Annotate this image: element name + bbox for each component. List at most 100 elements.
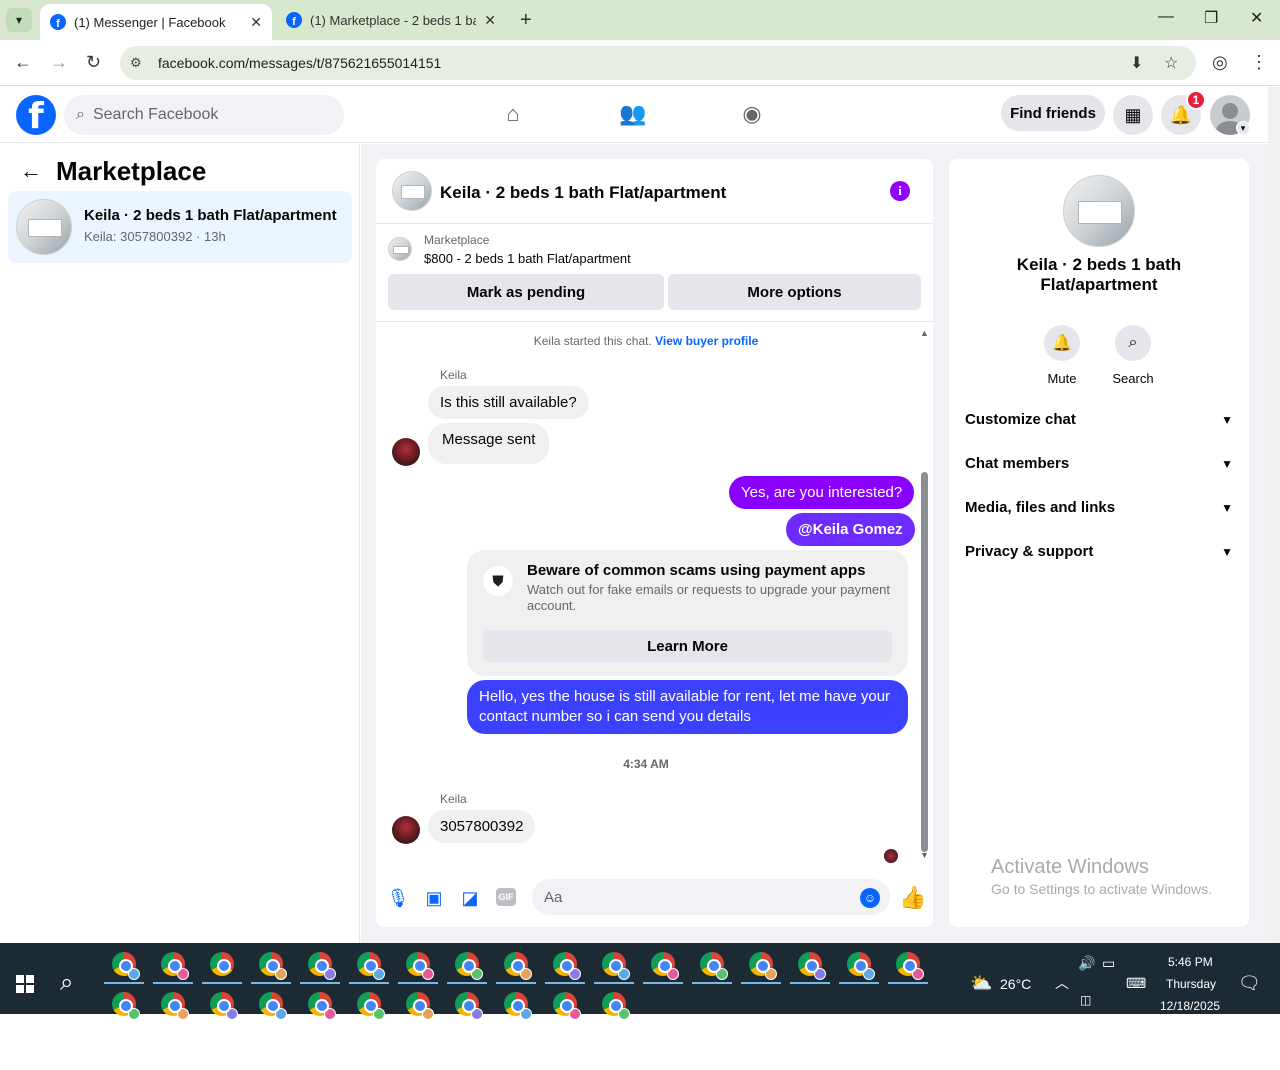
thumbs-up-icon[interactable]: 👍 bbox=[899, 885, 926, 911]
home-icon[interactable]: ⌂ bbox=[498, 99, 528, 129]
chrome-taskbar-icon[interactable] bbox=[259, 992, 287, 1020]
meet-now-icon[interactable]: ◫ bbox=[1080, 993, 1091, 1064]
weather-temperature[interactable]: 26°C bbox=[1000, 976, 1031, 1047]
chat-listing-thumbnail[interactable] bbox=[392, 171, 432, 211]
friends-icon[interactable]: 👥 bbox=[618, 99, 648, 129]
sticker-icon[interactable]: ◪ bbox=[459, 887, 481, 909]
listing-price[interactable]: $800 - 2 beds 1 bath Flat/apartment bbox=[424, 251, 631, 266]
bookmark-star-icon[interactable]: ☆ bbox=[1164, 53, 1178, 73]
chrome-taskbar-icon[interactable] bbox=[357, 952, 385, 980]
chevron-down-icon[interactable]: ▾ bbox=[1236, 121, 1250, 135]
media-files-links-section[interactable]: Media, files and links ▼ bbox=[965, 499, 1233, 516]
close-tab-icon[interactable]: ✕ bbox=[250, 14, 262, 31]
forward-icon[interactable]: → bbox=[50, 52, 68, 73]
page-scrollbar[interactable] bbox=[1268, 87, 1280, 943]
scroll-up-arrow-icon[interactable]: ▲ bbox=[920, 328, 929, 338]
tab-marketplace[interactable]: f (1) Marketplace - 2 beds 1 bath ✕ bbox=[276, 0, 506, 40]
site-settings-icon[interactable]: ⚙ bbox=[130, 55, 150, 71]
sender-avatar[interactable] bbox=[392, 816, 420, 844]
profile-icon[interactable]: ◎ bbox=[1212, 52, 1228, 73]
photo-attach-icon[interactable]: ▣ bbox=[423, 887, 445, 909]
chrome-taskbar-icon[interactable] bbox=[651, 952, 679, 980]
url-text[interactable]: facebook.com/messages/t/875621655014151 bbox=[158, 55, 441, 71]
groups-icon[interactable]: ◉ bbox=[737, 99, 767, 129]
menu-grid-icon[interactable]: ▦ bbox=[1113, 95, 1153, 135]
chat-members-section[interactable]: Chat members ▼ bbox=[965, 455, 1233, 472]
chrome-taskbar-icon[interactable] bbox=[210, 952, 234, 976]
taskbar-search-icon[interactable]: ⌕ bbox=[60, 969, 73, 997]
view-buyer-profile-link[interactable]: View buyer profile bbox=[655, 334, 758, 348]
restore-icon[interactable]: ❐ bbox=[1204, 8, 1218, 28]
chrome-taskbar-icon[interactable] bbox=[504, 952, 532, 980]
chrome-taskbar-icon[interactable] bbox=[406, 992, 434, 1020]
chrome-taskbar-icon[interactable] bbox=[602, 952, 630, 980]
network-icon[interactable]: ▭ bbox=[1102, 955, 1115, 1026]
windows-start-icon[interactable] bbox=[16, 975, 34, 993]
chrome-taskbar-icon[interactable] bbox=[553, 952, 581, 980]
minimize-icon[interactable]: — bbox=[1158, 8, 1174, 26]
tray-expand-icon[interactable]: ︿ bbox=[1055, 973, 1069, 1044]
new-tab-icon[interactable]: + bbox=[520, 9, 532, 32]
chrome-taskbar-icon[interactable] bbox=[847, 952, 875, 980]
search-action[interactable]: ⌕ Search bbox=[1103, 325, 1163, 386]
clock-date[interactable]: 12/18/2025 bbox=[1160, 999, 1220, 1070]
chrome-taskbar-icon[interactable] bbox=[210, 992, 238, 1020]
learn-more-button[interactable]: Learn More bbox=[483, 630, 892, 662]
gif-icon[interactable]: GIF bbox=[496, 888, 516, 906]
scrollbar-thumb[interactable] bbox=[921, 472, 928, 852]
facebook-logo-icon[interactable]: f bbox=[16, 95, 56, 135]
chrome-taskbar-icon[interactable] bbox=[161, 952, 189, 980]
tab-search-button[interactable]: ▾ bbox=[6, 8, 32, 32]
chrome-taskbar-icon[interactable] bbox=[161, 992, 189, 1020]
chrome-taskbar-icon[interactable] bbox=[749, 952, 777, 980]
details-listing-thumbnail[interactable] bbox=[1063, 175, 1135, 247]
chrome-taskbar-icon[interactable] bbox=[798, 952, 826, 980]
chrome-taskbar-icon[interactable] bbox=[455, 952, 483, 980]
chrome-taskbar-icon[interactable] bbox=[553, 992, 581, 1020]
customize-chat-section[interactable]: Customize chat ▼ bbox=[965, 411, 1233, 428]
chrome-taskbar-icon[interactable] bbox=[455, 992, 483, 1020]
find-friends-button[interactable]: Find friends bbox=[1001, 95, 1105, 131]
conversation-item[interactable]: Keila · 2 beds 1 bath Flat/apartment Kei… bbox=[8, 191, 352, 263]
sender-avatar[interactable] bbox=[392, 438, 420, 466]
more-options-button[interactable]: More options bbox=[668, 274, 921, 310]
menu-dots-icon[interactable]: ⋮ bbox=[1250, 52, 1268, 73]
action-center-icon[interactable]: 🗨 bbox=[1238, 973, 1261, 1044]
chrome-taskbar-icon[interactable] bbox=[112, 992, 140, 1020]
incoming-message[interactable]: Message sent bbox=[428, 423, 550, 464]
keyboard-icon[interactable]: ⌨ bbox=[1126, 975, 1146, 1046]
window-close-icon[interactable]: ✕ bbox=[1250, 8, 1263, 28]
chrome-taskbar-icon[interactable] bbox=[504, 992, 532, 1020]
chrome-taskbar-icon[interactable] bbox=[357, 992, 385, 1020]
address-bar[interactable]: ⚙ facebook.com/messages/t/87562165501415… bbox=[120, 46, 1196, 80]
chrome-taskbar-icon[interactable] bbox=[700, 952, 728, 980]
back-arrow-icon[interactable]: ← bbox=[20, 158, 42, 184]
outgoing-mention-message[interactable]: @Keila Gomez bbox=[786, 513, 915, 546]
incoming-message[interactable]: 3057800392 bbox=[428, 810, 536, 843]
info-icon[interactable]: i bbox=[890, 181, 910, 201]
outgoing-message[interactable]: Yes, are you interested? bbox=[729, 476, 915, 509]
install-app-icon[interactable]: ⬇ bbox=[1130, 53, 1143, 73]
tab-messenger[interactable]: f (1) Messenger | Facebook ✕ bbox=[40, 4, 272, 40]
chrome-taskbar-icon[interactable] bbox=[406, 952, 434, 980]
close-tab-icon[interactable]: ✕ bbox=[484, 12, 496, 29]
message-scrollbar[interactable]: ▲ ▼ bbox=[918, 328, 930, 860]
chrome-taskbar-icon[interactable] bbox=[602, 992, 630, 1020]
mute-action[interactable]: 🔔 Mute bbox=[1032, 325, 1092, 386]
privacy-support-section[interactable]: Privacy & support ▼ bbox=[965, 543, 1233, 560]
chrome-taskbar-icon[interactable] bbox=[308, 952, 336, 980]
outgoing-message[interactable]: Hello, yes the house is still available … bbox=[467, 680, 908, 734]
chrome-taskbar-icon[interactable] bbox=[308, 992, 336, 1020]
emoji-icon[interactable]: ☺ bbox=[860, 888, 880, 908]
mark-as-pending-button[interactable]: Mark as pending bbox=[388, 274, 664, 310]
search-input[interactable]: ⌕ Search Facebook bbox=[64, 95, 344, 135]
message-input[interactable]: Aa bbox=[532, 879, 890, 915]
incoming-message[interactable]: Is this still available? bbox=[428, 386, 589, 419]
microphone-icon[interactable]: 🎙 bbox=[387, 887, 410, 909]
chrome-taskbar-icon[interactable] bbox=[259, 952, 287, 980]
chat-title[interactable]: Keila · 2 beds 1 bath Flat/apartment bbox=[440, 183, 726, 203]
back-icon[interactable]: ← bbox=[14, 52, 32, 73]
chrome-taskbar-icon[interactable] bbox=[896, 952, 924, 980]
scroll-down-arrow-icon[interactable]: ▼ bbox=[920, 850, 929, 860]
chrome-taskbar-icon[interactable] bbox=[112, 952, 140, 980]
